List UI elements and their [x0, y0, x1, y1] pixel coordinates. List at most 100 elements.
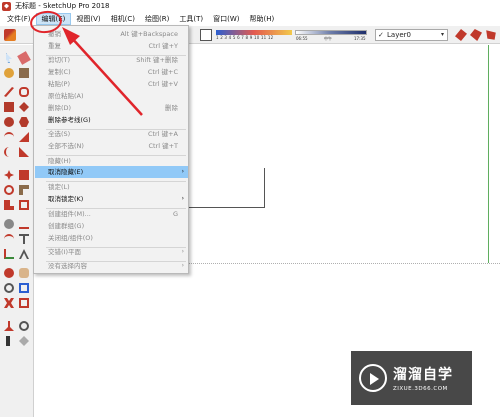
menu-make-component[interactable]: 创建组件(M)... G	[35, 208, 188, 220]
shadow-time-slider[interactable]	[295, 30, 367, 35]
menu-view[interactable]: 视图(V)	[71, 13, 105, 25]
menu-tools[interactable]: 工具(T)	[174, 13, 208, 25]
menu-help[interactable]: 帮助(H)	[244, 13, 279, 25]
eraser-tool-icon[interactable]	[17, 51, 31, 65]
section-plane-icon[interactable]	[470, 29, 482, 41]
menu-paste-in-place[interactable]: 原位粘贴(A)	[35, 90, 188, 102]
line-tool-icon[interactable]	[4, 87, 14, 97]
freehand-tool-icon[interactable]	[19, 87, 29, 97]
time-noon-label: 中午	[324, 36, 332, 41]
menu-item-shortcut: 删除	[165, 104, 178, 112]
tape-measure-icon[interactable]	[4, 219, 14, 229]
component-tool-icon[interactable]	[19, 68, 29, 78]
display-section-icon[interactable]	[486, 30, 496, 40]
menu-bar: 文件(F) 编辑(E) 视图(V) 相机(C) 绘图(R) 工具(T) 窗口(W…	[0, 12, 500, 26]
select-tool-icon[interactable]	[6, 53, 12, 63]
menu-item-label: 锁定(L)	[48, 183, 70, 191]
section-plane-tool-icon[interactable]	[19, 336, 29, 346]
check-icon: ✓	[378, 31, 384, 39]
offset-tool-icon[interactable]	[19, 200, 29, 210]
orbit-tool-icon[interactable]	[4, 268, 14, 278]
menu-item-shortcut: Alt 键+Backspace	[120, 30, 178, 38]
menu-cut[interactable]: 剪切(T) Shift 键+删除	[35, 54, 188, 66]
menu-item-shortcut: Ctrl 键+V	[147, 80, 178, 88]
rectangle-tool-icon[interactable]	[4, 102, 14, 112]
menu-unhide[interactable]: 取消隐藏(E) ›	[35, 166, 188, 178]
menu-item-label: 创建组件(M)...	[48, 210, 91, 218]
menu-lock[interactable]: 锁定(L)	[35, 181, 188, 193]
dimension-tool-icon[interactable]	[19, 219, 29, 229]
tool-palette	[0, 45, 34, 417]
rotate-tool-icon[interactable]	[4, 185, 14, 195]
protractor-icon[interactable]	[4, 234, 14, 244]
chevron-right-icon: ›	[181, 168, 184, 175]
menu-item-shortcut: Ctrl 键+C	[147, 68, 178, 76]
menu-item-label: 删除(D)	[48, 104, 72, 112]
rotated-rect-icon[interactable]	[19, 102, 29, 112]
position-camera-icon[interactable]	[4, 321, 14, 331]
menu-redo[interactable]: 重复 Ctrl 键+Y	[35, 40, 188, 52]
zoom-extents-icon[interactable]	[4, 298, 14, 308]
getting-started-icon[interactable]	[4, 29, 16, 41]
push-pull-icon[interactable]	[19, 170, 29, 180]
menu-select-all[interactable]: 全选(S) Ctrl 键+A	[35, 128, 188, 140]
time-end-label: 17:35	[354, 36, 366, 41]
pie-tool-icon[interactable]	[19, 132, 29, 142]
menu-item-shortcut: Ctrl 键+A	[147, 130, 178, 138]
menu-item-label: 复制(C)	[48, 68, 71, 76]
menu-item-shortcut: Ctrl 键+T	[148, 142, 178, 150]
green-axis-line	[488, 45, 489, 263]
menu-item-label: 没有选择内容	[48, 262, 87, 270]
time-start-label: 06:55	[296, 36, 308, 41]
menu-close-group[interactable]: 关闭组/组件(O)	[35, 232, 188, 244]
menu-item-label: 取消锁定(K)	[48, 195, 84, 203]
text-tool-icon[interactable]	[19, 234, 29, 244]
pie2-tool-icon[interactable]	[19, 147, 29, 157]
zoom-window-icon[interactable]	[19, 283, 29, 293]
paint-bucket-icon[interactable]	[4, 68, 14, 78]
pan-tool-icon[interactable]	[19, 268, 29, 278]
watermark-url: ZIXUE.3D66.COM	[393, 386, 448, 392]
move-tool-icon[interactable]	[4, 170, 14, 180]
layer-name: Layer0	[387, 31, 411, 39]
menu-delete[interactable]: 删除(D) 删除	[35, 102, 188, 114]
menu-camera[interactable]: 相机(C)	[106, 13, 140, 25]
chevron-right-icon: ›	[181, 262, 184, 269]
menu-window[interactable]: 窗口(W)	[208, 13, 244, 25]
menu-undo[interactable]: 撤销 Alt 键+Backspace	[35, 28, 188, 40]
menu-item-label: 创建群组(G)	[48, 222, 85, 230]
look-around-icon[interactable]	[19, 321, 29, 331]
menu-draw[interactable]: 绘图(R)	[140, 13, 174, 25]
chevron-right-icon: ›	[181, 248, 184, 255]
menu-delete-guides[interactable]: 删除参考线(G)	[35, 114, 188, 126]
shadow-month-ticks: 1 2 3 4 5 6 7 8 9 10 11 12	[216, 35, 274, 40]
arc-tool-icon[interactable]	[4, 132, 14, 142]
watermark-text: 溜溜自学 ZIXUE.3D66.COM	[393, 364, 453, 392]
menu-select-none[interactable]: 全部不选(N) Ctrl 键+T	[35, 140, 188, 152]
3d-text-icon[interactable]	[19, 249, 29, 259]
menu-item-label: 粘贴(P)	[48, 80, 70, 88]
menu-intersect-faces[interactable]: 交错(I)平面 ›	[35, 246, 188, 258]
follow-me-icon[interactable]	[19, 185, 29, 195]
layer-dropdown[interactable]: ✓ Layer0 ▾	[375, 29, 448, 41]
menu-item-shortcut: Ctrl 键+Y	[148, 42, 178, 50]
menu-paste[interactable]: 粘贴(P) Ctrl 键+V	[35, 78, 188, 90]
polygon-tool-icon[interactable]	[19, 117, 29, 127]
menu-item-shortcut: G	[172, 210, 178, 218]
walk-tool-icon[interactable]	[6, 336, 10, 346]
axes-tool-icon[interactable]	[4, 249, 14, 259]
zoom-tool-icon[interactable]	[4, 283, 14, 293]
shadows-toggle-icon[interactable]	[200, 29, 212, 41]
canvas-outline	[185, 168, 265, 208]
menu-item-label: 重复	[48, 42, 61, 50]
menu-item-shortcut: Shift 键+删除	[136, 56, 178, 64]
menu-copy[interactable]: 复制(C) Ctrl 键+C	[35, 66, 188, 78]
orbit-view-icon[interactable]	[455, 29, 467, 41]
scale-tool-icon[interactable]	[4, 200, 14, 210]
menu-no-selection[interactable]: 没有选择内容 ›	[35, 260, 188, 272]
menu-make-group[interactable]: 创建群组(G)	[35, 220, 188, 232]
arc3-tool-icon[interactable]	[4, 147, 14, 157]
previous-view-icon[interactable]	[19, 298, 29, 308]
menu-unlock[interactable]: 取消锁定(K) ›	[35, 193, 188, 205]
circle-tool-icon[interactable]	[4, 117, 14, 127]
